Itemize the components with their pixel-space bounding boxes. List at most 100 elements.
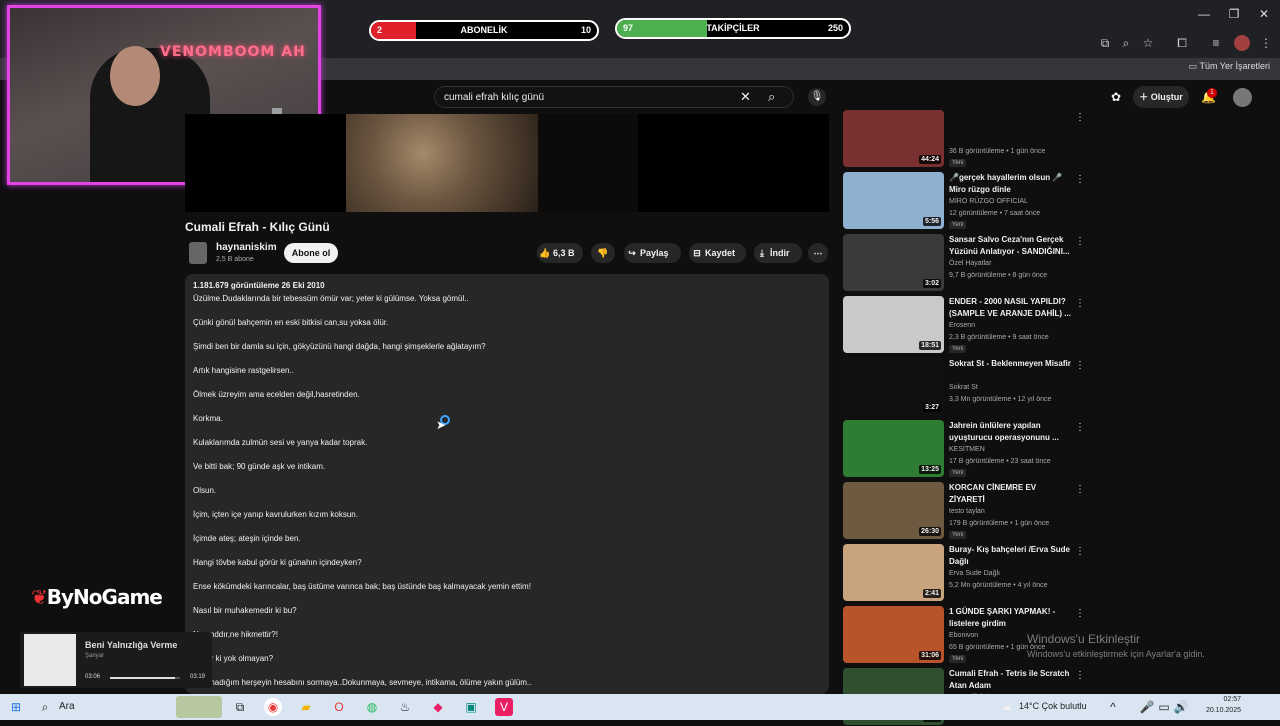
- video-thumbnail[interactable]: 2:41: [843, 544, 944, 601]
- zoom-icon[interactable]: ⌕: [1118, 35, 1134, 51]
- close-window-button[interactable]: ✕: [1250, 6, 1278, 22]
- bookmark-star-icon[interactable]: ☆: [1140, 35, 1156, 51]
- taskbar-search-icon[interactable]: ⌕: [36, 698, 54, 716]
- recommended-channel[interactable]: Erosenn: [949, 322, 975, 329]
- recommended-title[interactable]: 1 GÜNDE ŞARKI YAPMAK! - listelere girdim: [949, 606, 1071, 630]
- recommended-title[interactable]: Buray- Kış bahçeleri /Erva Sude Dağlı: [949, 544, 1071, 568]
- share-button[interactable]: ↪ Paylaş: [624, 243, 681, 263]
- neon-sign: VENOMBOOM AH: [160, 44, 306, 60]
- clock-time[interactable]: 02:57: [1205, 696, 1241, 703]
- recommended-video-card[interactable]: 3:02 Sansar Salvo Ceza'nın Gerçek Yüzünü …: [843, 234, 1085, 292]
- video-views-date: 1.181.679 görüntüleme 26 Eki 2010: [193, 281, 325, 290]
- download-button[interactable]: ⤓ İndir: [754, 243, 802, 263]
- tray-chevron-icon[interactable]: ^: [1104, 698, 1122, 716]
- spotify-icon[interactable]: ◍: [363, 698, 381, 716]
- recommended-title[interactable]: Sansar Salvo Ceza'nın Gerçek Yüzünü Anla…: [949, 234, 1071, 258]
- recommended-title[interactable]: ENDER - 2000 NASIL YAPILDI? (SAMPLE VE A…: [949, 296, 1071, 320]
- start-button-icon[interactable]: ⊞: [7, 698, 25, 716]
- video-thumbnail[interactable]: 3:02: [843, 234, 944, 291]
- save-button[interactable]: ⊟ Kaydet: [689, 243, 746, 263]
- install-app-icon[interactable]: ⧉: [1097, 35, 1113, 51]
- more-options-icon[interactable]: ⋮: [1075, 360, 1085, 371]
- recommended-views: 9,7 B görüntüleme • 8 gün önce: [949, 272, 1048, 279]
- video-thumbnail[interactable]: 44:24: [843, 110, 944, 167]
- channel-name[interactable]: haynaniskim: [216, 242, 277, 253]
- video-thumbnail[interactable]: 31:06: [843, 606, 944, 663]
- recommended-video-card[interactable]: 3:27 Sokrat St - Beklenmeyen Misafir Sokra…: [843, 358, 1085, 416]
- microphone-icon[interactable]: 🎙: [808, 88, 826, 106]
- video-duration: 13:25: [919, 465, 941, 474]
- channel-avatar[interactable]: [189, 242, 207, 264]
- recommended-channel[interactable]: MİRO RÜZGO OFFICIAL: [949, 198, 1028, 205]
- chrome-menu-icon[interactable]: ⋮: [1258, 35, 1274, 51]
- more-options-icon[interactable]: ⋮: [1075, 608, 1085, 619]
- folder-icon: ▭: [1188, 61, 1200, 71]
- recommended-channel[interactable]: Erva Sude Dağlı: [949, 570, 1000, 577]
- clear-search-icon[interactable]: ✕: [740, 89, 751, 105]
- now-playing-title: Beni Yalnızlığa Verme: [85, 640, 178, 650]
- more-options-icon[interactable]: ⋮: [1075, 422, 1085, 433]
- steam-icon[interactable]: ♨: [396, 698, 414, 716]
- recommended-title[interactable]: Sokrat St - Beklenmeyen Misafir: [949, 358, 1071, 370]
- network-icon[interactable]: ▭: [1155, 698, 1173, 716]
- all-bookmarks-link[interactable]: ▭ Tüm Yer İşaretleri: [1189, 61, 1270, 72]
- chat-app-icon[interactable]: ▣: [462, 698, 480, 716]
- create-button[interactable]: ＋ Oluştur: [1133, 86, 1189, 108]
- media-control-icon[interactable]: ≡: [1208, 35, 1224, 51]
- video-thumbnail[interactable]: 5:56: [843, 172, 944, 229]
- subscribe-button[interactable]: Abone ol: [284, 243, 338, 263]
- video-thumbnail[interactable]: 3:27: [843, 358, 944, 415]
- weather-status[interactable]: 14°C Çok bulutlu: [1019, 701, 1087, 711]
- more-options-icon[interactable]: ⋮: [1075, 546, 1085, 557]
- clock-date[interactable]: 20.10.2025: [1197, 707, 1241, 714]
- taskbar-search-label[interactable]: Ara: [59, 701, 75, 712]
- more-options-icon[interactable]: ⋮: [1075, 670, 1085, 681]
- more-options-icon[interactable]: ⋮: [1075, 484, 1085, 495]
- recommended-video-card[interactable]: 26:30 KORCAN CİNEMRE EV ZİYARETİ testo tay…: [843, 482, 1085, 540]
- like-button[interactable]: 👍 6,3 B: [537, 243, 583, 263]
- dislike-button[interactable]: 👎: [591, 243, 615, 263]
- account-avatar[interactable]: [1233, 88, 1252, 107]
- video-thumbnail[interactable]: 13:25: [843, 420, 944, 477]
- more-options-icon[interactable]: ⋮: [1075, 112, 1085, 123]
- task-view-icon[interactable]: ⧉: [231, 698, 249, 716]
- studio-icon[interactable]: ✿: [1111, 90, 1121, 104]
- chrome-taskbar-icon[interactable]: ◉: [264, 698, 282, 716]
- recommended-title[interactable]: Cumali Efrah - Tetris ile Scratch Atan A…: [949, 668, 1071, 692]
- search-input[interactable]: cumali efrah kılıç günü: [444, 92, 544, 103]
- more-options-icon[interactable]: ⋮: [1075, 174, 1085, 185]
- recommended-title[interactable]: 🎤gerçek hayallerim olsun 🎤 Miro rüzgo di…: [949, 172, 1071, 196]
- more-actions-button[interactable]: ⋯: [808, 243, 828, 263]
- recommended-video-card[interactable]: 44:24 36 B görüntüleme • 1 gün önce Yeni ⋮: [843, 110, 1085, 168]
- game-app-icon[interactable]: ◆: [429, 698, 447, 716]
- description-line: Şimdi ben bir damla su için, gökyüzünü h…: [193, 342, 486, 351]
- recommended-channel[interactable]: testo taylan: [949, 508, 985, 515]
- profile-avatar[interactable]: [1234, 35, 1250, 51]
- create-label: Oluştur: [1150, 92, 1183, 102]
- more-options-icon[interactable]: ⋮: [1075, 236, 1085, 247]
- recommended-channel[interactable]: KESİTMEN: [949, 446, 985, 453]
- recommended-video-card[interactable]: 2:41 Buray- Kış bahçeleri /Erva Sude Dağl…: [843, 544, 1085, 602]
- recommended-video-card[interactable]: 5:56 🎤gerçek hayallerim olsun 🎤 Miro rüzg…: [843, 172, 1085, 230]
- volume-icon[interactable]: 🔊: [1172, 698, 1190, 716]
- opera-icon[interactable]: O: [330, 698, 348, 716]
- minimize-button[interactable]: —: [1190, 6, 1218, 22]
- recommended-channel[interactable]: Ebonivon: [949, 632, 978, 639]
- extensions-icon[interactable]: ⧠: [1174, 35, 1190, 51]
- search-icon[interactable]: ⌕: [768, 89, 775, 105]
- description-box[interactable]: [185, 274, 829, 694]
- file-explorer-icon[interactable]: ▰: [297, 698, 315, 716]
- microphone-tray-icon[interactable]: 🎤: [1138, 698, 1156, 716]
- more-options-icon[interactable]: ⋮: [1075, 298, 1085, 309]
- recommended-channel[interactable]: Özel Hayatlar: [949, 260, 991, 267]
- video-thumbnail[interactable]: 26:30: [843, 482, 944, 539]
- recommended-title[interactable]: KORCAN CİNEMRE EV ZİYARETİ: [949, 482, 1071, 506]
- vegas-app-icon[interactable]: V: [495, 698, 513, 716]
- video-player[interactable]: [185, 114, 829, 212]
- restore-button[interactable]: ❐: [1220, 6, 1248, 22]
- recommended-video-card[interactable]: 18:51 ENDER - 2000 NASIL YAPILDI? (SAMPLE…: [843, 296, 1085, 354]
- recommended-title[interactable]: Jahrein ünlülere yapılan uyuşturucu oper…: [949, 420, 1071, 444]
- video-thumbnail[interactable]: 18:51: [843, 296, 944, 353]
- recommended-channel[interactable]: Sokrat St: [949, 384, 978, 391]
- recommended-video-card[interactable]: 13:25 Jahrein ünlülere yapılan uyuşturucu…: [843, 420, 1085, 478]
